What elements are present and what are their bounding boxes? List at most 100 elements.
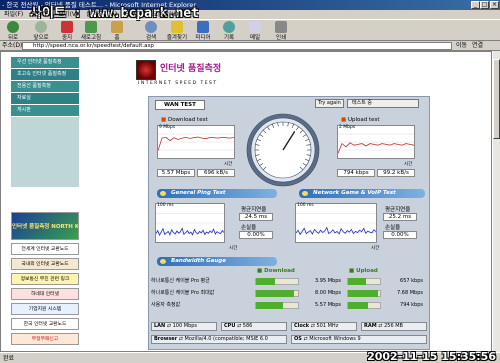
banner-world-ix[interactable]: 전세계 인터넷 교환노드: [11, 243, 79, 255]
mail-button[interactable]: 메일: [244, 21, 266, 41]
links-button[interactable]: 연결: [472, 42, 483, 50]
download-kbps: 696 kB/s: [197, 169, 235, 177]
upload-gauge-bar: [348, 290, 379, 297]
download-graph: [157, 125, 235, 159]
left-nav: 우선 인터넷 품질측정 초고속 인터넷 품질측정 전용선 품질측정 자료실 게시…: [11, 57, 79, 187]
upload-gauge-value: 657 kbps: [400, 278, 423, 284]
favorites-button[interactable]: 즐겨찾기: [166, 21, 188, 41]
bandwidth-gauge-header: Bandwidth Gauge: [157, 257, 277, 266]
status-text: 완료: [3, 355, 15, 362]
gauge-row: 하나로통신 케이블 Pro 최대값 8.00 Mbps 7.68 Mbps: [151, 289, 427, 298]
menu-view[interactable]: 보기(V): [59, 11, 79, 18]
search-button[interactable]: 검색: [140, 21, 162, 41]
minimize-button[interactable]: _: [471, 1, 480, 9]
banner-enterprise[interactable]: 기업지원 시스템: [11, 303, 79, 315]
gauge-row: 하나로통신 케이블 Pro 평균 3.95 Mbps 657 kbps: [151, 277, 427, 286]
maximize-button[interactable]: □: [480, 1, 489, 9]
home-icon: [111, 21, 123, 33]
upload-test-label: ■ Upload test: [341, 117, 380, 123]
banner-internet[interactable]: 하네대 인터넷: [11, 288, 79, 300]
address-label: 주소(D): [2, 42, 23, 49]
game-ymax: 100 ms: [297, 203, 314, 208]
history-button[interactable]: 기록: [218, 21, 240, 41]
home-button[interactable]: 홈: [106, 21, 128, 41]
nav-item-highspeed-test[interactable]: 초고속 인터넷 품질측정: [11, 69, 79, 80]
speed-test-panel: WAN TEST Try again 테스트 중 ■ Download test…: [148, 96, 430, 350]
menu-edit[interactable]: 편집(E): [31, 11, 51, 18]
download-gauge-bar: [256, 290, 294, 297]
ping-xlabel: 시간: [229, 246, 238, 251]
timestamp-overlay: 2002-11-15 15:35:56: [367, 350, 496, 363]
menu-file[interactable]: 파일(F): [4, 11, 23, 18]
game-xlabel: 시간: [371, 246, 380, 251]
banner-ict-links[interactable]: 정보통신 부진 관련 링크: [11, 273, 79, 285]
speed-logo-icon: [136, 60, 156, 80]
ping-loss-value: 0.00%: [239, 231, 273, 239]
download-xlabel: 시간: [224, 162, 233, 167]
media-button[interactable]: 미디어: [192, 21, 214, 41]
upload-xlabel: 시간: [404, 162, 413, 167]
scrollbar-thumb[interactable]: [493, 59, 500, 139]
address-input[interactable]: http://speed.nca.or.kr/speedtest/default…: [22, 42, 452, 50]
forward-button[interactable]: 앞으로: [30, 21, 52, 41]
favorites-icon: [171, 21, 183, 33]
ping-loss-label: 손실율: [241, 225, 257, 231]
ping-graph-svg: [155, 213, 225, 237]
upload-series-line: [337, 142, 415, 154]
game-avg-label: 평균지연율: [385, 207, 411, 213]
upload-mbps: 794 kbps: [337, 169, 375, 177]
nav-item-priority-test[interactable]: 우선 인터넷 품질측정: [11, 57, 79, 68]
menu-help[interactable]: 도움말(H): [152, 11, 178, 18]
upload-gauge-value: 7.68 Mbps: [397, 290, 423, 296]
status-bar: 완료 2002-11-15 15:35:56: [0, 350, 500, 363]
download-gauge-value: 3.95 Mbps: [315, 278, 341, 284]
refresh-icon: [85, 21, 97, 33]
info-lan: LAN ⇄ 100 Mbps: [151, 322, 217, 331]
close-button[interactable]: ×: [490, 1, 499, 9]
download-gauge-bar: [256, 278, 275, 285]
banner-domestic-ix[interactable]: 국내외 인터넷 교환노드: [11, 258, 79, 270]
try-again-button[interactable]: Try again: [315, 99, 344, 108]
go-button[interactable]: 이동: [456, 42, 467, 50]
banner-corruption-report[interactable]: 부정부패신고: [11, 333, 79, 345]
toolbar: 뒤로 앞으로 중지 새로고침 홈 검색 즐겨찾기 미디어 기록 메일 인쇄: [0, 19, 500, 41]
menu-bar: 파일(F) 편집(E) 보기(V) 즐겨찾기(A) 도구(T) 도움말(H): [0, 10, 500, 19]
general-ping-test-header: General Ping Test: [157, 189, 277, 198]
gauge-row-label: 사용자 측정값: [151, 302, 181, 308]
site-logo: 인터넷 품질측정 INTERNET SPEED TEST: [136, 58, 251, 86]
refresh-button[interactable]: 새로고침: [80, 21, 102, 41]
print-button[interactable]: 인쇄: [270, 21, 292, 41]
nav-item-archive[interactable]: 자료실: [11, 93, 79, 104]
gauge-row: 사용자 측정값 5.57 Mbps 794 kbps: [151, 301, 427, 310]
download-mbps: 5.57 Mbps: [157, 169, 195, 177]
address-bar: 주소(D) http://speed.nca.or.kr/speedtest/d…: [0, 41, 500, 51]
game-series-line: [295, 226, 377, 236]
menu-favorites[interactable]: 즐겨찾기(A): [86, 11, 117, 18]
info-clock: Clock ⇄ 501 MHz: [291, 322, 357, 331]
game-loss-label: 손실율: [385, 225, 401, 231]
ping-avg-label: 평균지연율: [241, 207, 267, 213]
gauge-row-label: 하나로통신 케이블 Pro 최대값: [151, 290, 215, 296]
search-icon: [145, 21, 157, 33]
media-icon: [197, 21, 209, 33]
banner-north-korea[interactable]: 인터넷 품질측정 NORTH KOREA: [11, 212, 79, 240]
page-title: 인터넷 품질측정: [160, 64, 222, 74]
upload-gauge-bar: [348, 302, 368, 309]
upload-graph: [337, 125, 415, 159]
test-status-field: 테스트 중: [347, 99, 419, 108]
ping-ymax: 100 ms: [157, 203, 174, 208]
back-button[interactable]: 뒤로: [2, 21, 24, 41]
game-loss-value: 0.00%: [383, 231, 417, 239]
info-cpu: CPU ⇄ 586: [221, 322, 287, 331]
nav-item-leased-line-test[interactable]: 전용선 품질측정: [11, 81, 79, 92]
banner-korea-ix[interactable]: 한국 인터넷 교환노드: [11, 318, 79, 330]
gauge-download-header: ■ Download: [257, 268, 295, 274]
page-subtitle: INTERNET SPEED TEST: [138, 81, 218, 86]
download-series-line: [157, 136, 235, 151]
download-gauge-value: 5.57 Mbps: [315, 302, 341, 308]
tab-wan-test[interactable]: WAN TEST: [155, 100, 205, 110]
nav-item-board[interactable]: 게시판: [11, 105, 79, 116]
menu-tools[interactable]: 도구(T): [125, 11, 144, 18]
stop-button[interactable]: 중지: [56, 21, 78, 41]
vertical-scrollbar[interactable]: [492, 51, 500, 352]
